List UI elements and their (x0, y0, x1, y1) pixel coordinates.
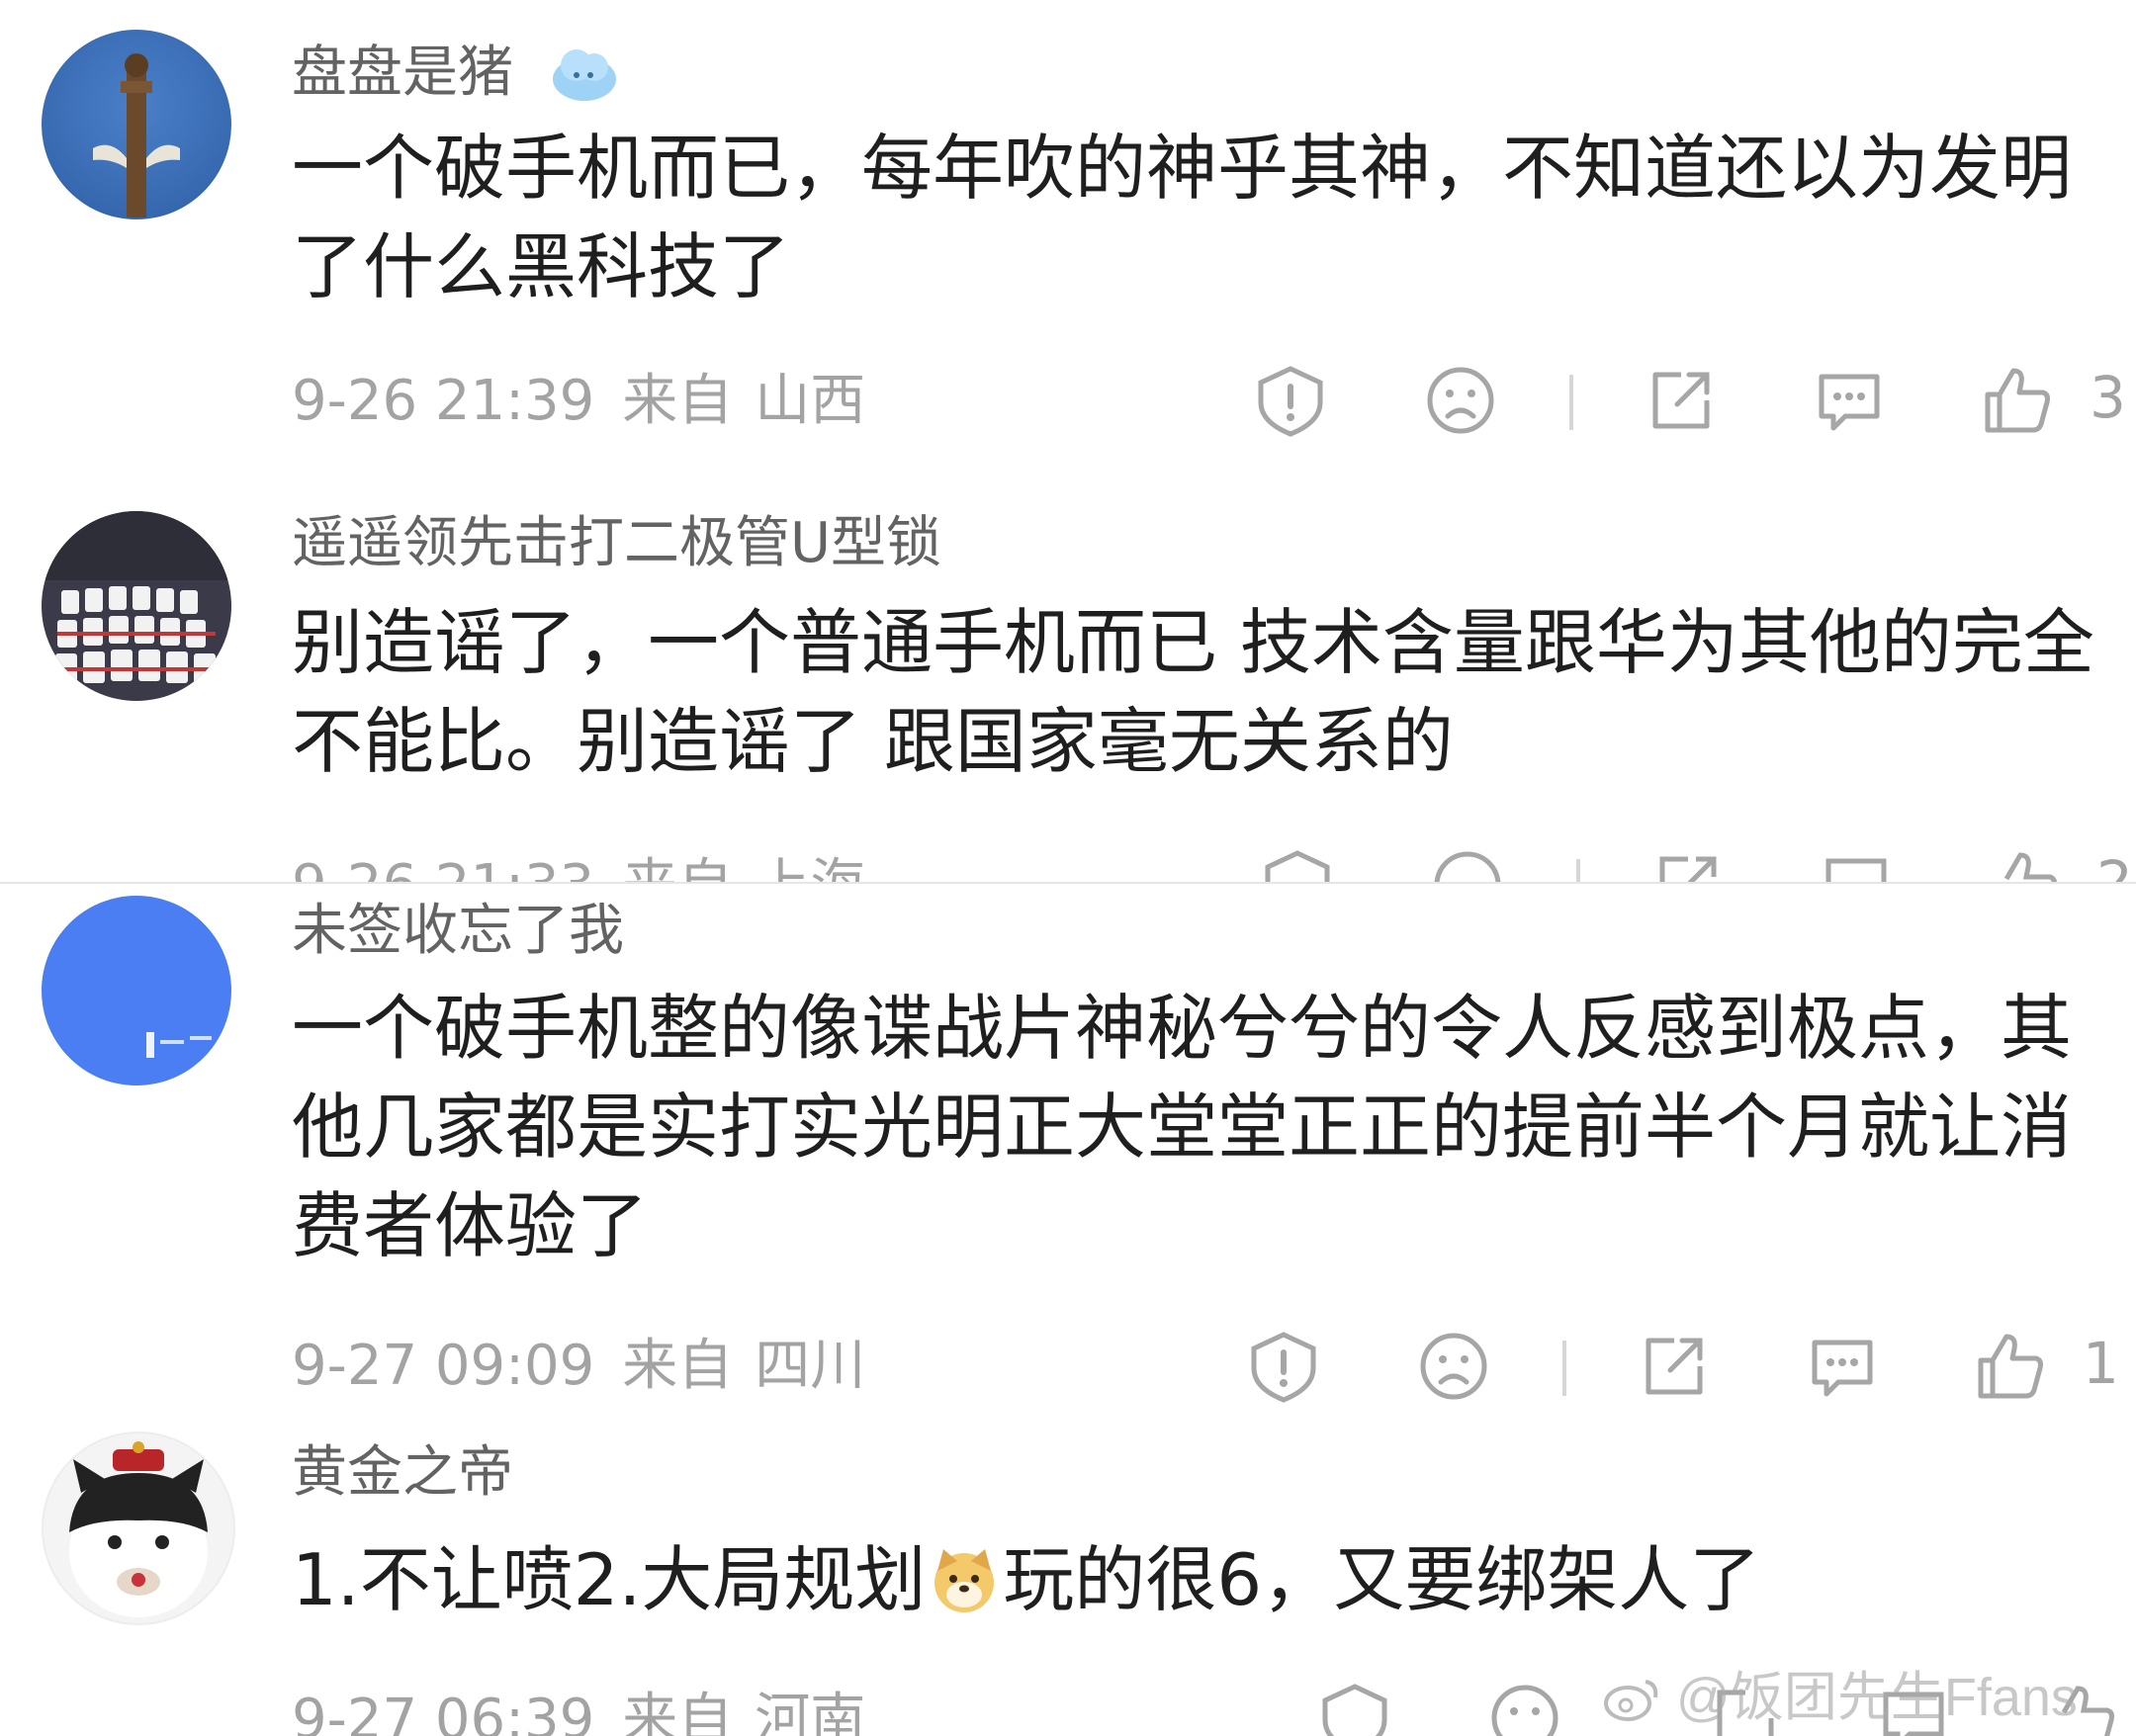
from-label: 来自 (622, 1688, 734, 1736)
username-text: 盘盘是猪 (292, 41, 513, 105)
divider (1562, 1341, 1566, 1396)
report-icon (1315, 1679, 1394, 1736)
comment-text: 别造谣了，一个普通手机而已 技术含量跟华为其他的完全不能比。别造谣了 跟国家毫无… (292, 601, 2094, 783)
like-count: 3 (2090, 364, 2126, 431)
timestamp: 9-27 09:09 (292, 1334, 595, 1398)
watermark: @饭团先生Ffans (1602, 1653, 2078, 1731)
username[interactable]: 盘盘是猪 (292, 42, 620, 103)
cloud-badge-icon (549, 42, 620, 103)
comment-actions: 1 (1244, 1327, 2119, 1406)
dislike-button[interactable] (1414, 1327, 1493, 1406)
reply-icon (1810, 361, 1889, 440)
comment-actions: 3 (1251, 361, 2126, 440)
reply-button[interactable] (1810, 361, 1889, 440)
dislike-button[interactable] (1428, 845, 1507, 882)
comment-text: 一个破手机整的像谍战片神秘兮兮的令人反感到极点，其他几家都是实打实光明正大堂堂正… (292, 987, 2073, 1267)
report-button[interactable] (1251, 361, 1330, 440)
reply-button[interactable] (1817, 845, 1896, 882)
share-button[interactable] (1642, 361, 1721, 440)
comment-text: 一个破手机而已，每年吹的神乎其神，不知道还以为发明了什么黑科技了 (292, 127, 2073, 308)
report-icon (1258, 845, 1337, 882)
dislike-icon (1485, 1679, 1564, 1736)
comment-meta: 9-26 21:39 来自 山西 (292, 374, 865, 429)
comment-meta: 9-27 09:09 来自 四川 (292, 1339, 865, 1394)
dislike-icon (1428, 845, 1507, 882)
like-count: 2 (2096, 848, 2133, 882)
comment-text-part: 玩的很6，又要绑架人了 (1003, 1538, 1761, 1621)
report-button[interactable] (1244, 1327, 1323, 1406)
reply-icon (1817, 845, 1896, 882)
share-button[interactable] (1635, 1327, 1714, 1406)
like-button[interactable] (1985, 845, 2064, 882)
avatar[interactable] (42, 1432, 235, 1625)
location: 山西 (755, 369, 866, 433)
username[interactable]: 遥遥领先击打二极管U型锁 (292, 516, 941, 571)
from-label: 来自 (622, 1334, 734, 1398)
timestamp: 9-27 06:39 (292, 1688, 595, 1736)
location: 河南 (755, 1688, 866, 1736)
share-button[interactable] (1648, 845, 1728, 882)
avatar[interactable] (42, 896, 231, 1085)
like-button[interactable] (1978, 361, 2057, 440)
doge-emoji-icon (930, 1545, 999, 1614)
from-label: 来自 (622, 853, 733, 883)
share-icon (1635, 1327, 1714, 1406)
report-button[interactable] (1258, 845, 1337, 882)
dislike-button[interactable] (1485, 1679, 1564, 1736)
comment-text-part: 1.不让喷2.大局规划 (292, 1538, 927, 1621)
share-icon (1648, 845, 1728, 882)
timestamp: 9-26 21:33 (292, 853, 594, 883)
comment-actions: 2 (1258, 845, 2133, 882)
comment-item: 盘盘是猪 一个破手机而已，每年吹的神乎其神，不知道还以为发明了什么黑科技了 9-… (0, 0, 2136, 445)
timestamp: 9-26 21:39 (292, 369, 595, 433)
watermark-text: @饭团先生Ffans (1676, 1668, 2078, 1727)
avatar[interactable] (42, 30, 231, 219)
location: 四川 (755, 1334, 866, 1398)
weibo-logo-icon (1602, 1674, 1661, 1723)
reply-icon (1803, 1327, 1882, 1406)
comment-meta: 9-27 06:39 来自 河南 (292, 1693, 865, 1736)
divider (1576, 859, 1580, 882)
dislike-button[interactable] (1421, 361, 1500, 440)
comment-meta: 9-26 21:33来自上海 (292, 858, 865, 883)
report-button[interactable] (1315, 1679, 1394, 1736)
like-button[interactable] (1971, 1327, 2050, 1406)
report-icon (1244, 1327, 1323, 1406)
like-icon (1985, 845, 2064, 882)
divider (1569, 375, 1573, 430)
username[interactable]: 未签收忘了我 (292, 904, 624, 959)
like-icon (1978, 361, 2057, 440)
comment-item: 未签收忘了我 一个破手机整的像谍战片神秘兮兮的令人反感到极点，其他几家都是实打实… (0, 884, 2136, 1424)
reply-button[interactable] (1803, 1327, 1882, 1406)
from-label: 来自 (622, 369, 734, 433)
dislike-icon (1421, 361, 1500, 440)
comment-item: 遥遥领先击打二极管U型锁 别造谣了，一个普通手机而已 技术含量跟华为其他的完全不… (0, 445, 2136, 882)
comment-text: 1.不让喷2.大局规划 玩的很6，又要绑架人了 (292, 1530, 2121, 1629)
like-count: 1 (2083, 1330, 2119, 1397)
username[interactable]: 黄金之帝 (292, 1445, 513, 1501)
dislike-icon (1414, 1327, 1493, 1406)
share-icon (1642, 361, 1721, 440)
avatar[interactable] (42, 511, 231, 701)
like-icon (1971, 1327, 2050, 1406)
report-icon (1251, 361, 1330, 440)
location: 上海 (755, 853, 865, 883)
